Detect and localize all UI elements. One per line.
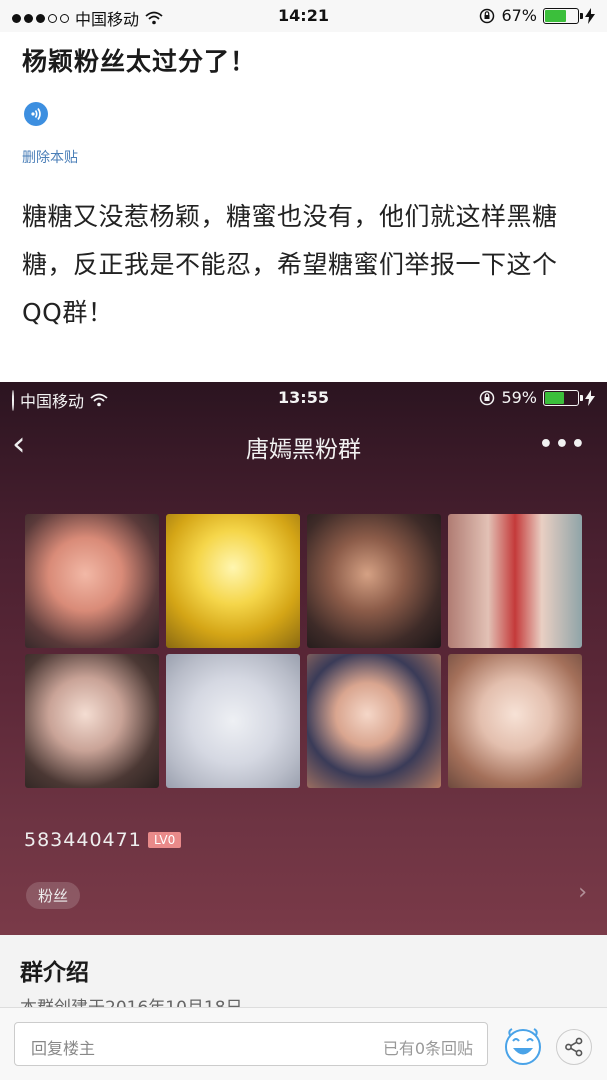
group-photo — [307, 654, 441, 788]
status-right: 67% — [479, 6, 595, 25]
chevron-right-icon: › — [578, 880, 587, 905]
group-photo — [307, 514, 441, 648]
post-title: 杨颖粉丝太过分了！ — [22, 47, 257, 76]
emoji-icon[interactable] — [502, 1025, 544, 1067]
group-number: 583440471 — [24, 829, 142, 851]
group-photo — [448, 514, 582, 648]
reply-placeholder: 回复楼主 — [31, 1039, 96, 1058]
group-photo — [166, 514, 300, 648]
battery-percent: 59% — [501, 388, 537, 407]
embedded-status-bar: 中国移动 13:55 59% — [0, 382, 607, 416]
intro-text: 本群创建于2016年10月18日 — [20, 993, 243, 1007]
embedded-nav-bar: ‹ 唐嫣黑粉群 ••• — [0, 416, 607, 476]
group-photo — [166, 654, 300, 788]
more-icon: ••• — [538, 432, 587, 457]
audio-icon[interactable] — [24, 102, 48, 126]
share-icon[interactable] — [556, 1029, 592, 1065]
battery-icon — [543, 7, 583, 24]
group-photo — [25, 654, 159, 788]
battery-percent: 67% — [501, 6, 537, 25]
group-photo — [448, 654, 582, 788]
orientation-lock-icon — [480, 390, 495, 405]
reply-bar: 回复楼主 已有0条回贴 — [0, 1007, 607, 1080]
charging-icon — [585, 7, 595, 24]
group-name: 唐嫣黑粉群 — [246, 437, 361, 463]
group-tag: 粉丝 — [26, 882, 81, 909]
intro-heading: 群介绍 — [20, 960, 89, 986]
delete-post-link[interactable]: 删除本贴 — [22, 147, 78, 167]
charging-icon — [585, 389, 595, 406]
photo-grid — [25, 514, 583, 790]
reply-count: 已有0条回贴 — [382, 1039, 473, 1058]
status-bar: 中国移动 14:21 67% — [0, 0, 607, 32]
reply-input[interactable]: 回复楼主 已有0条回贴 — [14, 1022, 488, 1066]
group-intro: 群介绍 本群创建于2016年10月18日 — [0, 935, 607, 1007]
embedded-screenshot: 中国移动 13:55 59% ‹ 唐嫣黑粉群 ••• 583440471 LV0… — [0, 382, 607, 935]
post-body: 糖糖又没惹杨颖，糖蜜也没有，他们就这样黑糖糖，反正我是不能忍，希望糖蜜们举报一下… — [22, 202, 558, 327]
group-photo — [25, 514, 159, 648]
battery-icon — [543, 389, 583, 406]
orientation-lock-icon — [480, 8, 495, 23]
level-badge: LV0 — [148, 832, 182, 848]
